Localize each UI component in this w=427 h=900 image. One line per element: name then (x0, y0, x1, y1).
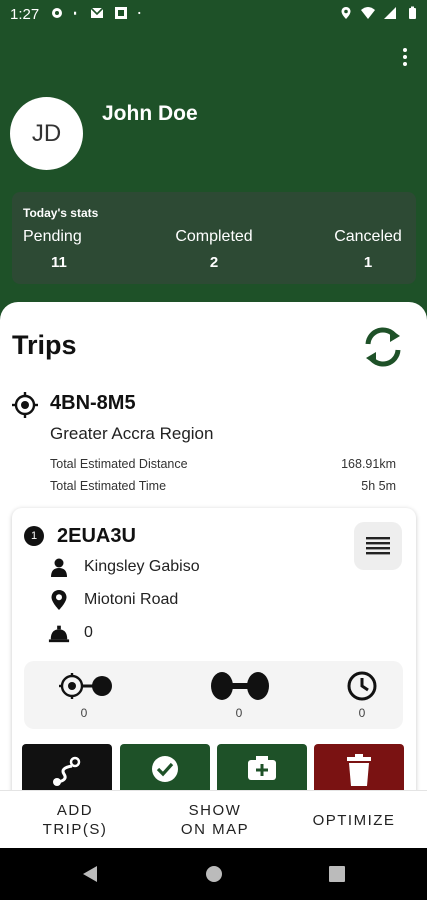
refresh-icon[interactable] (360, 324, 406, 370)
map-pin-icon (51, 590, 67, 610)
gmail-icon (90, 7, 104, 18)
metric-label: Total Estimated Time (50, 479, 167, 493)
count-value: 0 (80, 706, 88, 720)
trips-title: Trips (12, 330, 77, 360)
recents-square-icon[interactable] (329, 866, 345, 882)
clock-icon (347, 671, 377, 701)
hamburger-icon (366, 537, 390, 555)
route-icon (53, 756, 81, 786)
metric-value: 168.91km (341, 457, 396, 471)
stat-value: 11 (51, 254, 67, 271)
trip-code: 2EUA3U (57, 525, 136, 547)
dumbbell-icon (211, 672, 269, 700)
system-nav-bar (0, 848, 427, 900)
add-photo-button[interactable] (217, 744, 307, 790)
location-icon (341, 7, 351, 19)
stat-completed: Completed 2 (164, 228, 264, 271)
add-trips-button[interactable]: ADD TRIP(S) (20, 791, 130, 849)
stat-label: Canceled (334, 228, 402, 245)
trip-card[interactable]: 1 2EUA3U Kingsley Gabiso Miotoni Road 0 (12, 508, 416, 790)
stat-value: 2 (209, 254, 219, 271)
metric-value: 5h 5m (361, 479, 396, 493)
status-time: 1:27 (10, 6, 40, 23)
trip-menu-button[interactable] (354, 522, 402, 570)
metric-label: Total Estimated Distance (50, 457, 188, 471)
complete-button[interactable] (120, 744, 210, 790)
driver-name: Kingsley Gabiso (84, 558, 200, 575)
count-start: 0 (54, 661, 114, 729)
person-icon (51, 558, 67, 577)
stats-title: Today's stats (23, 206, 99, 220)
driver-row: Kingsley Gabiso (48, 556, 200, 578)
trips-sheet: Trips 4BN-8M5 Greater Accra Region Total… (0, 302, 427, 790)
user-name: John Doe (102, 102, 198, 125)
count-value: 0 (235, 706, 243, 720)
stat-canceled: Canceled 1 (326, 228, 410, 271)
bell-count: 0 (84, 624, 93, 641)
show-on-map-button[interactable]: SHOW ON MAP (160, 791, 270, 849)
stat-pending: Pending 11 (23, 228, 103, 271)
service-bell-icon (48, 625, 70, 643)
back-triangle-icon[interactable] (82, 865, 98, 883)
location-row: Miotoni Road (48, 589, 178, 611)
notification-icon (115, 7, 127, 19)
dot-icon (74, 11, 77, 15)
count-middle: 0 (207, 661, 271, 729)
stat-label: Completed (175, 228, 253, 245)
status-bar: 1:27 (0, 0, 427, 30)
home-circle-icon[interactable] (205, 865, 223, 883)
bottom-action-bar: ADD TRIP(S) SHOW ON MAP OPTIMIZE (0, 790, 427, 848)
route-id: 4BN-8M5 (50, 392, 136, 414)
counts-panel: 0 0 0 (24, 661, 403, 729)
route-button[interactable] (22, 744, 112, 790)
location-name: Miotoni Road (84, 591, 179, 608)
count-value: 0 (358, 706, 366, 720)
metric-time: Total Estimated Time 5h 5m (50, 479, 396, 493)
avatar[interactable]: JD (10, 97, 83, 170)
dot-icon (138, 11, 141, 15)
wifi-icon (361, 7, 375, 19)
kebab-menu-icon[interactable] (395, 44, 415, 70)
metric-distance: Total Estimated Distance 168.91km (50, 457, 396, 471)
trip-actions (22, 744, 416, 790)
stats-card: Today's stats Pending 11 Completed 2 Can… (12, 192, 416, 284)
route-region: Greater Accra Region (50, 424, 214, 443)
gear-icon (52, 8, 62, 18)
battery-icon (409, 6, 416, 19)
signal-icon (384, 7, 396, 19)
bell-row: 0 (48, 622, 93, 644)
count-time: 0 (344, 661, 380, 729)
target-icon (12, 392, 38, 418)
trip-index-badge: 1 (24, 526, 44, 546)
camera-plus-icon (248, 756, 276, 780)
start-point-icon (59, 673, 112, 699)
delete-button[interactable] (314, 744, 404, 790)
check-circle-icon (152, 756, 178, 782)
trash-icon (347, 754, 371, 786)
optimize-button[interactable]: OPTIMIZE (298, 791, 410, 849)
stat-value: 1 (363, 254, 373, 271)
stat-label: Pending (23, 228, 82, 245)
